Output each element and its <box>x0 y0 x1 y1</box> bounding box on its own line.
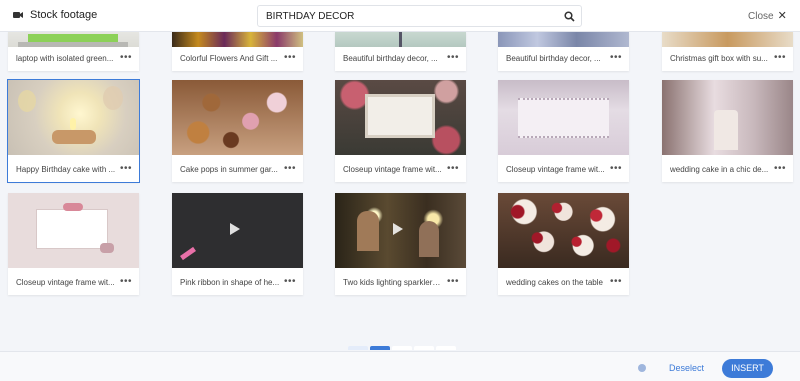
result-card[interactable]: laptop with isolated green... ••• <box>8 32 139 71</box>
result-caption: wedding cakes on the table <box>506 278 603 287</box>
more-options-icon[interactable]: ••• <box>447 47 459 71</box>
pagination: ‹ 1 2 3 › <box>348 346 456 350</box>
result-caption: Pink ribbon in shape of he... <box>180 278 280 287</box>
result-caption: Two kids lighting sparklers... <box>343 278 443 287</box>
thumbnail <box>8 193 139 268</box>
more-options-icon[interactable]: ••• <box>120 47 132 71</box>
thumbnail <box>335 193 466 268</box>
page-2-button[interactable]: 2 <box>392 346 412 350</box>
close-button[interactable]: Close ✕ <box>748 9 787 22</box>
thumbnail <box>172 80 303 155</box>
more-options-icon[interactable]: ••• <box>284 47 296 71</box>
result-caption: Closeup vintage frame wit... <box>343 165 442 174</box>
search-input[interactable] <box>266 8 556 24</box>
deselect-button[interactable]: Deselect <box>669 363 704 373</box>
video-camera-icon <box>13 12 23 18</box>
result-card[interactable]: Closeup vintage frame wit... ••• <box>335 80 466 182</box>
result-card[interactable]: Beautiful birthday decor, ... ••• <box>498 32 629 71</box>
more-options-icon[interactable]: ••• <box>610 271 622 295</box>
close-label: Close <box>748 11 774 22</box>
thumbnail <box>8 32 139 47</box>
thumbnail <box>172 32 303 47</box>
result-card[interactable]: Cake pops in summer gar... ••• <box>172 80 303 182</box>
result-card[interactable]: wedding cakes on the table ••• <box>498 193 629 295</box>
result-caption: Colorful Flowers And Gift ... <box>180 54 278 63</box>
insert-button[interactable]: INSERT <box>722 359 773 378</box>
more-options-icon[interactable]: ••• <box>120 158 132 182</box>
thumbnail <box>335 32 466 47</box>
result-card[interactable]: Closeup vintage frame wit... ••• <box>8 193 139 295</box>
result-caption: Happy Birthday cake with ... <box>16 165 116 174</box>
result-caption: Beautiful birthday decor, ... <box>506 54 601 63</box>
result-caption: Closeup vintage frame wit... <box>16 278 115 287</box>
result-caption: wedding cake in a chic de... <box>670 165 769 174</box>
thumbnail <box>498 80 629 155</box>
result-card[interactable]: Beautiful birthday decor, ... ••• <box>335 32 466 71</box>
more-options-icon[interactable]: ••• <box>610 158 622 182</box>
info-icon[interactable] <box>638 364 646 372</box>
thumbnail <box>172 193 303 268</box>
prev-page-button[interactable]: ‹ <box>348 346 368 350</box>
more-options-icon[interactable]: ••• <box>120 271 132 295</box>
more-options-icon[interactable]: ••• <box>447 158 459 182</box>
thumbnail <box>498 193 629 268</box>
result-card[interactable]: Two kids lighting sparklers... ••• <box>335 193 466 295</box>
search-box <box>257 5 582 27</box>
footer: Deselect INSERT <box>0 351 800 381</box>
result-caption: Cake pops in summer gar... <box>180 165 278 174</box>
search-icon[interactable] <box>564 11 575 22</box>
results-grid: laptop with isolated green... ••• Colorf… <box>0 32 800 350</box>
header: Stock footage Close✕ <box>0 0 800 32</box>
thumbnail <box>662 32 793 47</box>
thumbnail <box>662 80 793 155</box>
result-caption: Closeup vintage frame wit... <box>506 165 605 174</box>
result-caption: Christmas gift box with su... <box>670 54 768 63</box>
more-options-icon[interactable]: ••• <box>447 271 459 295</box>
play-icon <box>393 223 403 235</box>
result-caption: laptop with isolated green... <box>16 54 114 63</box>
result-card-selected[interactable]: Happy Birthday cake with ... ••• <box>7 79 140 183</box>
play-icon <box>230 223 240 235</box>
result-card[interactable]: Closeup vintage frame wit... ••• <box>498 80 629 182</box>
more-options-icon[interactable]: ••• <box>774 47 786 71</box>
page-3-button[interactable]: 3 <box>414 346 434 350</box>
result-caption: Beautiful birthday decor, ... <box>343 54 438 63</box>
thumbnail <box>335 80 466 155</box>
more-options-icon[interactable]: ••• <box>610 47 622 71</box>
result-card[interactable]: wedding cake in a chic de... ••• <box>662 80 793 182</box>
more-options-icon[interactable]: ••• <box>774 158 786 182</box>
page-1-button[interactable]: 1 <box>370 346 390 350</box>
thumbnail <box>8 80 139 155</box>
next-page-button[interactable]: › <box>436 346 456 350</box>
result-card[interactable]: Colorful Flowers And Gift ... ••• <box>172 32 303 71</box>
result-card[interactable]: Pink ribbon in shape of he... ••• <box>172 193 303 295</box>
close-icon: ✕ <box>777 10 787 22</box>
more-options-icon[interactable]: ••• <box>284 271 296 295</box>
more-options-icon[interactable]: ••• <box>284 158 296 182</box>
dialog-title: Stock footage <box>30 9 98 21</box>
thumbnail <box>498 32 629 47</box>
result-card[interactable]: Christmas gift box with su... ••• <box>662 32 793 71</box>
